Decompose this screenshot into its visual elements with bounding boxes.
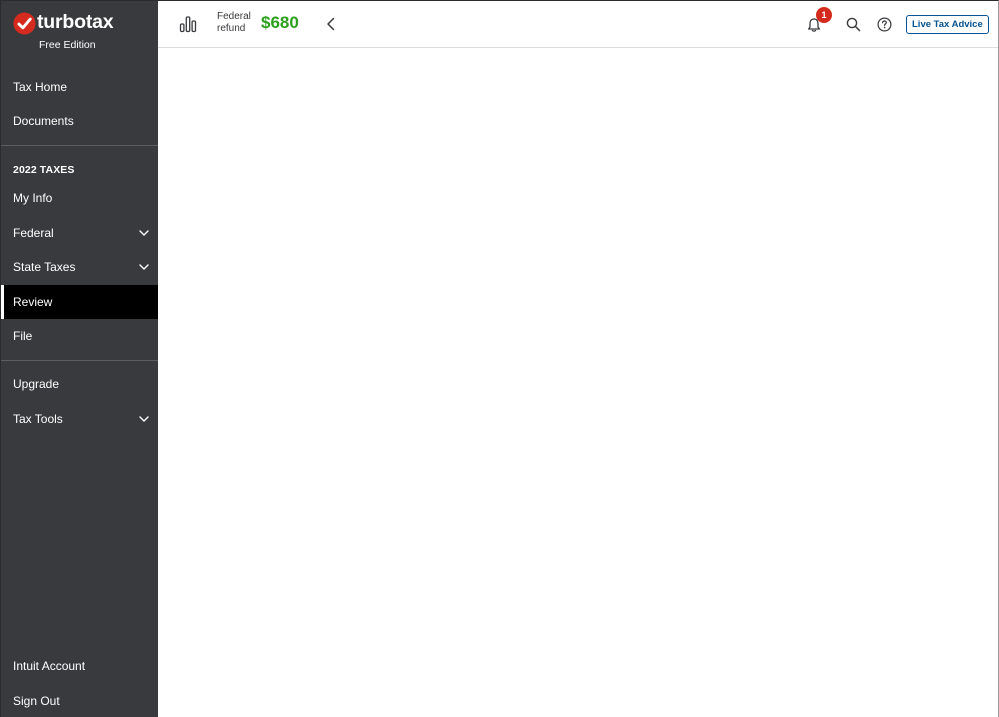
sidebar-item-label: My Info bbox=[13, 191, 53, 205]
brand-logo[interactable]: turbotax Free Edition bbox=[13, 11, 153, 56]
sidebar-item-label: File bbox=[13, 329, 33, 343]
sidebar-item-upgrade[interactable]: Upgrade bbox=[1, 367, 158, 401]
chevron-down-icon bbox=[139, 264, 149, 270]
sidebar-divider bbox=[1, 360, 158, 361]
app-window: turbotax Free Edition Tax Home Documents… bbox=[0, 0, 999, 717]
chevron-down-icon bbox=[139, 416, 149, 422]
bar-chart-icon[interactable] bbox=[179, 15, 197, 33]
help-icon[interactable] bbox=[877, 17, 892, 32]
sidebar-item-label: Review bbox=[13, 295, 53, 309]
sidebar-item-label: Federal bbox=[13, 226, 54, 240]
refund-label: Federal refund bbox=[217, 11, 251, 35]
sidebar-item-tax-home[interactable]: Tax Home bbox=[1, 70, 158, 104]
refund-label-line1: Federal bbox=[217, 11, 251, 22]
brand-name: turbotax bbox=[37, 11, 114, 33]
main-content bbox=[158, 48, 998, 717]
sidebar-item-label: Sign Out bbox=[13, 694, 60, 708]
sidebar-item-intuit-account[interactable]: Intuit Account bbox=[1, 649, 158, 683]
sidebar-divider bbox=[1, 145, 158, 146]
sidebar-item-label: Tax Home bbox=[13, 80, 68, 94]
sidebar-item-state-taxes[interactable]: State Taxes bbox=[1, 250, 158, 284]
sidebar-item-federal[interactable]: Federal bbox=[1, 216, 158, 250]
sidebar-item-label: Documents bbox=[13, 114, 74, 128]
refund-label-line2: refund bbox=[217, 23, 246, 34]
federal-refund-amount: $680 bbox=[261, 13, 299, 32]
search-icon[interactable] bbox=[846, 17, 861, 32]
live-tax-advice-button[interactable]: Live Tax Advice bbox=[906, 15, 989, 34]
sidebar-item-label: Tax Tools bbox=[13, 412, 63, 426]
turbotax-check-icon bbox=[13, 12, 36, 35]
sidebar-item-label: Upgrade bbox=[13, 377, 60, 391]
chevron-left-icon[interactable] bbox=[324, 17, 338, 31]
chevron-down-icon bbox=[139, 230, 149, 236]
sidebar-item-label: Intuit Account bbox=[13, 659, 86, 673]
top-header: Federal refund $680 1 Live Tax Advice bbox=[158, 1, 998, 48]
sidebar-item-documents[interactable]: Documents bbox=[1, 104, 158, 138]
sidebar-item-label: State Taxes bbox=[13, 260, 76, 274]
sidebar-item-tax-tools[interactable]: Tax Tools bbox=[1, 402, 158, 436]
brand-edition: Free Edition bbox=[39, 39, 96, 51]
section-label-2022-taxes: 2022 TAXES bbox=[13, 164, 75, 176]
sidebar-item-file[interactable]: File bbox=[1, 319, 158, 353]
sidebar-item-sign-out[interactable]: Sign Out bbox=[1, 684, 158, 717]
sidebar-item-review[interactable]: Review bbox=[1, 285, 158, 319]
notification-badge: 1 bbox=[816, 7, 832, 23]
sidebar-item-my-info[interactable]: My Info bbox=[1, 181, 158, 215]
sidebar: turbotax Free Edition Tax Home Documents… bbox=[1, 1, 158, 717]
